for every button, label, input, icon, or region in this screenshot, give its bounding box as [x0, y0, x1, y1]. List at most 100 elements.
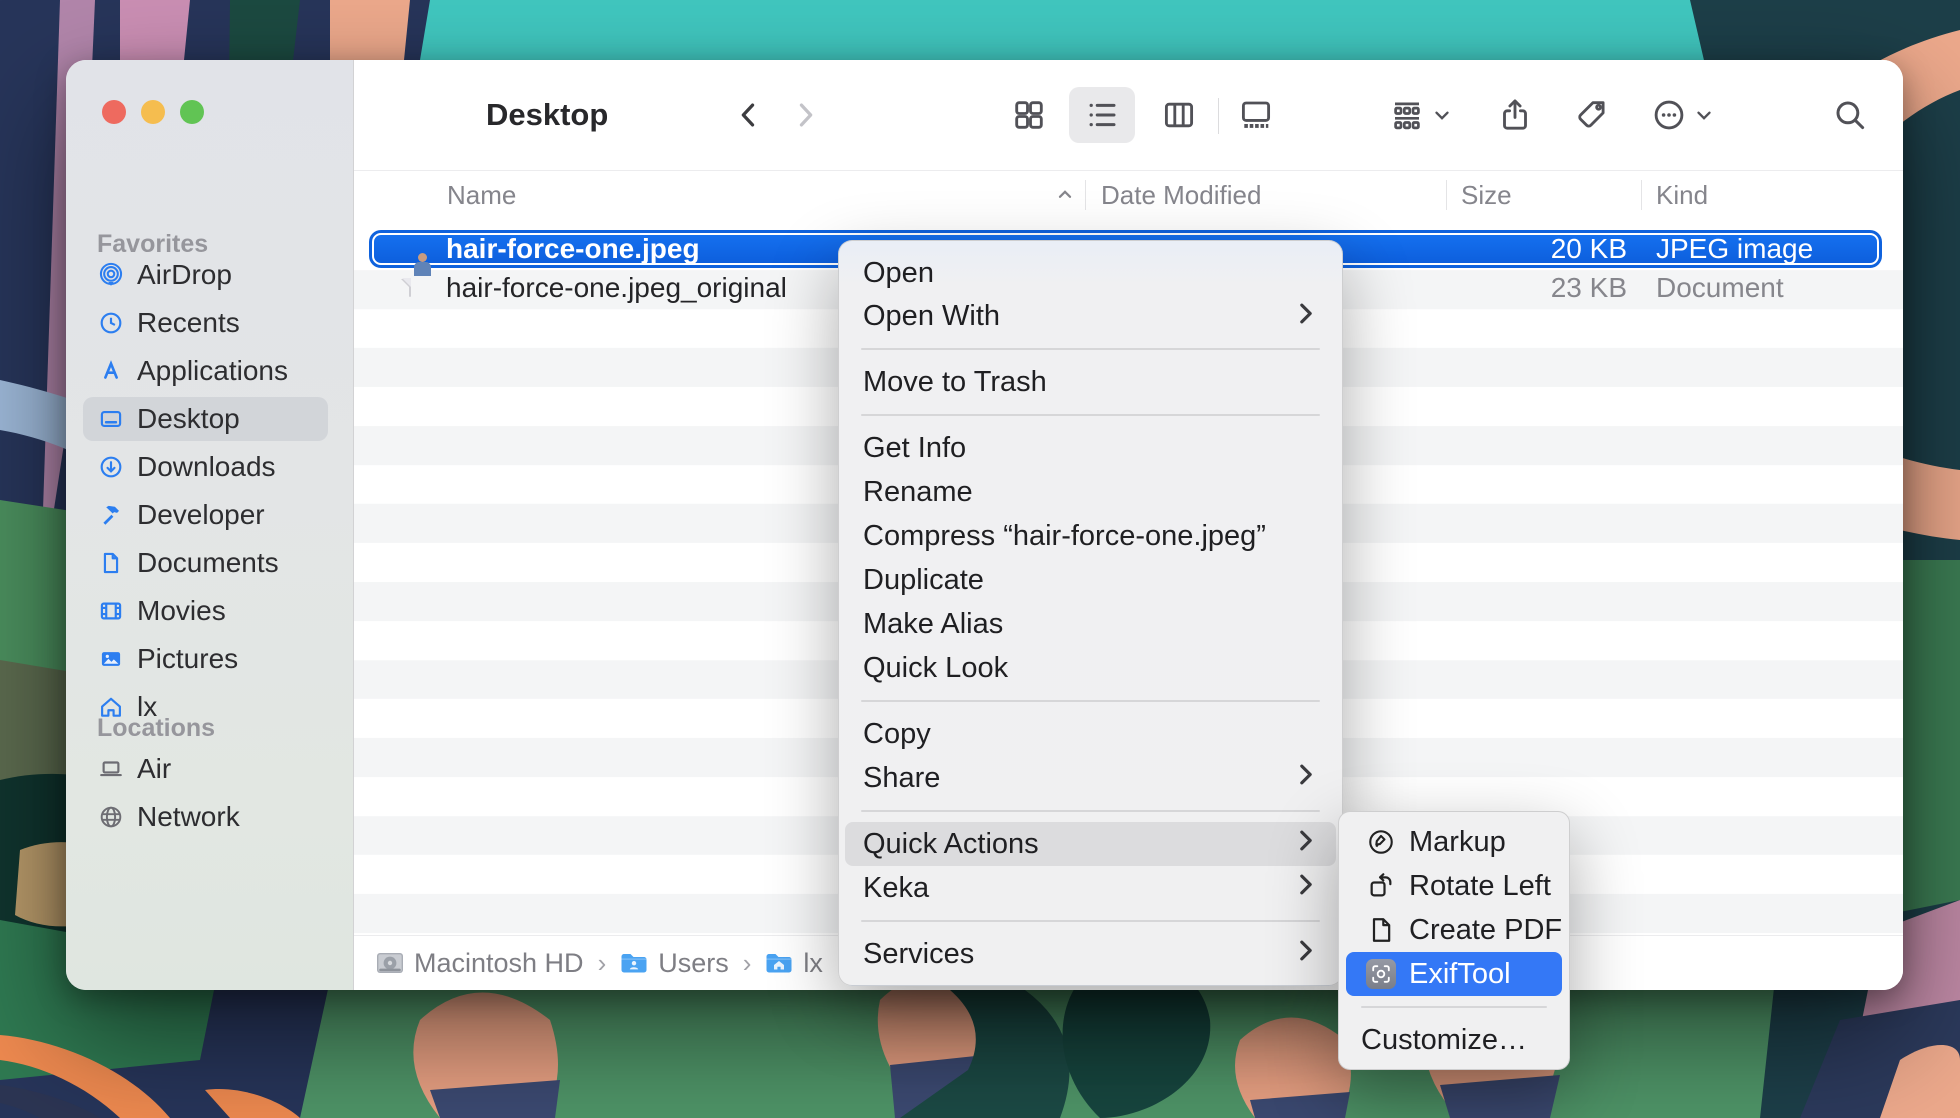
close-button[interactable]: [102, 100, 126, 124]
sidebar-item-label: Downloads: [137, 451, 276, 483]
column-divider[interactable]: [1446, 180, 1447, 210]
zoom-button[interactable]: [180, 100, 204, 124]
chevron-down-icon: [1431, 104, 1453, 126]
menu-item-open-with[interactable]: Open With: [839, 295, 1342, 338]
column-header-name[interactable]: Name: [447, 171, 516, 219]
hammer-icon: [98, 502, 124, 528]
sidebar-item-developer[interactable]: Developer: [66, 491, 353, 539]
icon-view-button[interactable]: [1011, 60, 1047, 170]
path-item-label: Users: [658, 948, 729, 979]
menu-item-make-alias[interactable]: Make Alias: [839, 602, 1342, 646]
forward-button[interactable]: [788, 60, 822, 170]
submenu-item-markup[interactable]: Markup: [1339, 820, 1569, 864]
quick-actions-submenu: Markup Rotate Left Create PDF ExifTool C…: [1338, 811, 1570, 1070]
chevron-right-icon: [1296, 828, 1316, 861]
menu-item-share[interactable]: Share: [839, 756, 1342, 800]
menu-item-get-info[interactable]: Get Info: [839, 426, 1342, 470]
sidebar-item-label: Desktop: [137, 403, 240, 435]
toolbar-divider: [1218, 98, 1219, 134]
menu-item-rename[interactable]: Rename: [839, 470, 1342, 514]
share-button[interactable]: [1497, 60, 1533, 170]
create-pdf-icon: [1366, 915, 1396, 945]
submenu-item-exiftool[interactable]: ExifTool: [1346, 952, 1562, 996]
column-divider[interactable]: [1641, 180, 1642, 210]
file-name: hair-force-one.jpeg_original: [446, 272, 787, 304]
sidebar: Favorites AirDrop Recents Applications: [66, 60, 354, 990]
path-separator: ›: [743, 948, 752, 979]
file-name: hair-force-one.jpeg: [446, 233, 700, 265]
hard-drive-icon: [376, 951, 404, 975]
folder-users-icon: [620, 952, 648, 974]
sidebar-item-documents[interactable]: Documents: [66, 539, 353, 587]
exiftool-app-icon: [1366, 959, 1396, 989]
column-header-date-modified[interactable]: Date Modified: [1101, 171, 1261, 219]
column-divider[interactable]: [1085, 180, 1086, 210]
menu-item-duplicate[interactable]: Duplicate: [839, 558, 1342, 602]
download-circle-icon: [98, 454, 124, 480]
submenu-item-create-pdf[interactable]: Create PDF: [1339, 908, 1569, 952]
menu-separator: [839, 404, 1342, 426]
locations-heading: Locations: [97, 714, 215, 743]
menu-item-quick-look[interactable]: Quick Look: [839, 646, 1342, 690]
app-store-a-icon: [98, 358, 124, 384]
gallery-view-button[interactable]: [1238, 60, 1274, 170]
menu-item-quick-actions[interactable]: Quick Actions: [845, 822, 1336, 866]
list-view-button[interactable]: [1084, 60, 1120, 170]
back-button[interactable]: [732, 60, 766, 170]
menu-item-keka[interactable]: Keka: [839, 866, 1342, 910]
sidebar-item-label: Recents: [137, 307, 240, 339]
path-item-macintosh-hd[interactable]: Macintosh HD: [376, 948, 584, 979]
sidebar-item-movies[interactable]: Movies: [66, 587, 353, 635]
search-button[interactable]: [1832, 60, 1868, 170]
path-item-lx[interactable]: lx: [765, 948, 823, 979]
menu-separator: [839, 690, 1342, 712]
tag-button[interactable]: [1574, 60, 1610, 170]
submenu-item-rotate-left[interactable]: Rotate Left: [1339, 864, 1569, 908]
document-file-icon: [409, 279, 411, 297]
sidebar-item-desktop[interactable]: Desktop: [66, 395, 353, 443]
sidebar-item-applications[interactable]: Applications: [66, 347, 353, 395]
chevron-right-icon: [1296, 762, 1316, 795]
markup-icon: [1366, 827, 1396, 857]
column-view-button[interactable]: [1161, 60, 1197, 170]
sidebar-item-network[interactable]: Network: [66, 793, 353, 841]
path-item-label: Macintosh HD: [414, 948, 584, 979]
airdrop-icon: [98, 262, 124, 288]
chevron-right-icon: [1296, 300, 1316, 333]
sidebar-item-airdrop[interactable]: AirDrop: [66, 251, 353, 299]
toolbar: Desktop: [354, 60, 1903, 170]
file-size: 20 KB: [1551, 233, 1627, 265]
sidebar-item-downloads[interactable]: Downloads: [66, 443, 353, 491]
rotate-left-icon: [1366, 871, 1396, 901]
minimize-button[interactable]: [141, 100, 165, 124]
menu-item-services[interactable]: Services: [839, 932, 1342, 976]
path-item-users[interactable]: Users: [620, 948, 729, 979]
sidebar-item-label: Air: [137, 753, 171, 785]
desktop-scene: Favorites AirDrop Recents Applications: [0, 0, 1960, 1118]
path-item-label: lx: [803, 948, 823, 979]
file-kind: Document: [1656, 272, 1784, 304]
menu-item-move-to-trash[interactable]: Move to Trash: [839, 360, 1342, 404]
menu-item-compress[interactable]: Compress “hair-force-one.jpeg”: [839, 514, 1342, 558]
more-options-button[interactable]: [1651, 60, 1715, 170]
chevron-right-icon: [1296, 938, 1316, 971]
sidebar-item-label: Applications: [137, 355, 288, 387]
laptop-icon: [98, 756, 124, 782]
chevron-down-icon: [1693, 104, 1715, 126]
column-header-size[interactable]: Size: [1461, 171, 1512, 219]
column-headers: Name Date Modified Size Kind: [354, 170, 1903, 220]
clock-icon: [98, 310, 124, 336]
sidebar-item-pictures[interactable]: Pictures: [66, 635, 353, 683]
folder-home-icon: [765, 952, 793, 974]
desktop-icon: [98, 406, 124, 432]
group-by-button[interactable]: [1389, 60, 1453, 170]
menu-item-copy[interactable]: Copy: [839, 712, 1342, 756]
menu-item-open[interactable]: Open: [839, 252, 1342, 295]
document-icon: [98, 550, 124, 576]
column-header-kind[interactable]: Kind: [1656, 171, 1708, 219]
submenu-item-customize[interactable]: Customize…: [1339, 1018, 1569, 1062]
sidebar-item-air[interactable]: Air: [66, 745, 353, 793]
sidebar-item-label: Movies: [137, 595, 226, 627]
sort-ascending-icon: [1054, 171, 1076, 219]
sidebar-item-recents[interactable]: Recents: [66, 299, 353, 347]
